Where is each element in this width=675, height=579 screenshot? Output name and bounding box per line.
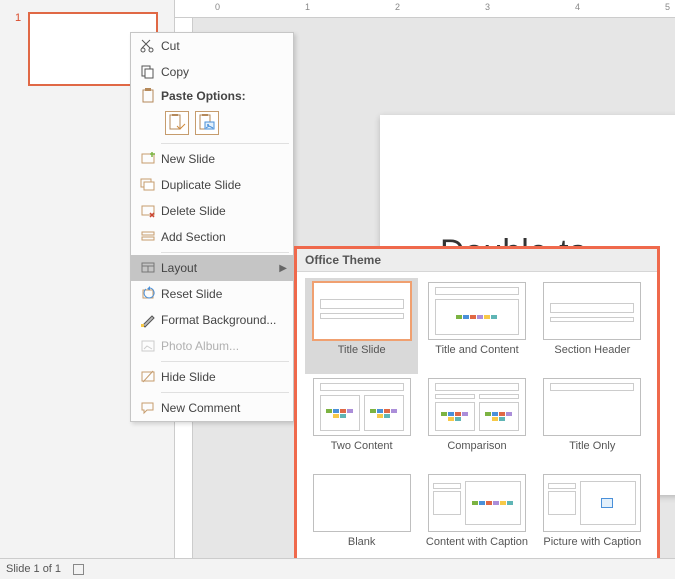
format-bg-icon — [137, 312, 159, 328]
menu-add-section[interactable]: Add Section — [131, 224, 293, 250]
layout-option-blank[interactable]: Blank — [309, 474, 414, 562]
layout-option-two-content[interactable]: Two Content — [309, 378, 414, 466]
scissors-icon — [137, 38, 159, 54]
photo-album-icon — [137, 338, 159, 354]
layout-label: Two Content — [331, 440, 393, 466]
layout-flyout: Office Theme Title Slide Title and Conte… — [294, 246, 660, 572]
duplicate-icon — [137, 177, 159, 193]
menu-label: New Comment — [159, 401, 293, 415]
layout-option-title-and-content[interactable]: Title and Content — [424, 282, 529, 370]
ruler-tick: 5 — [665, 2, 670, 12]
menu-label: Duplicate Slide — [159, 178, 293, 192]
menu-label: Copy — [159, 65, 293, 79]
menu-new-slide[interactable]: New Slide — [131, 146, 293, 172]
clipboard-icon — [137, 88, 159, 104]
comment-icon — [137, 400, 159, 416]
menu-separator — [161, 252, 289, 253]
layout-label: Title Slide — [338, 344, 386, 370]
menu-copy[interactable]: Copy — [131, 59, 293, 85]
menu-separator — [161, 361, 289, 362]
menu-label: Layout — [159, 261, 293, 275]
paste-use-destination-theme[interactable] — [165, 111, 189, 135]
layout-label: Comparison — [447, 440, 506, 466]
ruler-tick: 4 — [575, 2, 580, 12]
horizontal-ruler: 0 1 2 3 4 5 — [175, 0, 675, 18]
new-slide-icon — [137, 151, 159, 167]
menu-label: Hide Slide — [159, 370, 293, 384]
layout-grid: Title Slide Title and Content Section He… — [297, 272, 657, 572]
copy-icon — [137, 64, 159, 80]
slide-counter[interactable]: Slide 1 of 1 — [6, 563, 61, 575]
layout-label: Title Only — [569, 440, 615, 466]
menu-label: New Slide — [159, 152, 293, 166]
chevron-right-icon: ▶ — [279, 263, 287, 274]
menu-label: Delete Slide — [159, 204, 293, 218]
status-bar: Slide 1 of 1 — [0, 558, 675, 579]
menu-cut[interactable]: Cut — [131, 33, 293, 59]
menu-new-comment[interactable]: New Comment — [131, 395, 293, 421]
menu-hide-slide[interactable]: Hide Slide — [131, 364, 293, 390]
delete-slide-icon — [137, 203, 159, 219]
layout-option-section-header[interactable]: Section Header — [540, 282, 645, 370]
layout-icon — [137, 260, 159, 276]
menu-label: Reset Slide — [159, 287, 293, 301]
menu-label: Photo Album... — [159, 339, 293, 353]
layout-option-comparison[interactable]: Comparison — [424, 378, 529, 466]
ruler-tick: 1 — [305, 2, 310, 12]
menu-format-background[interactable]: Format Background... — [131, 307, 293, 333]
menu-duplicate-slide[interactable]: Duplicate Slide — [131, 172, 293, 198]
menu-photo-album: Photo Album... — [131, 333, 293, 359]
menu-label: Add Section — [159, 230, 293, 244]
paste-options-row — [131, 107, 293, 141]
layout-label: Title and Content — [435, 344, 518, 370]
hide-slide-icon — [137, 369, 159, 385]
menu-label: Format Background... — [159, 313, 293, 327]
menu-label: Paste Options: — [159, 89, 293, 103]
add-section-icon — [137, 229, 159, 245]
menu-layout[interactable]: Layout ▶ — [131, 255, 293, 281]
layout-option-title-slide[interactable]: Title Slide — [305, 278, 418, 374]
menu-paste-options: Paste Options: — [131, 85, 293, 107]
layout-option-picture-with-caption[interactable]: Picture with Caption — [540, 474, 645, 562]
layout-option-content-with-caption[interactable]: Content with Caption — [424, 474, 529, 562]
notes-icon[interactable] — [73, 564, 84, 575]
reset-icon — [137, 286, 159, 302]
flyout-header: Office Theme — [297, 249, 657, 272]
ruler-tick: 2 — [395, 2, 400, 12]
menu-separator — [161, 143, 289, 144]
ruler-tick: 0 — [215, 2, 220, 12]
menu-delete-slide[interactable]: Delete Slide — [131, 198, 293, 224]
layout-option-title-only[interactable]: Title Only — [540, 378, 645, 466]
context-menu: Cut Copy Paste Options: New Slide Duplic… — [130, 32, 294, 422]
menu-reset-slide[interactable]: Reset Slide — [131, 281, 293, 307]
menu-separator — [161, 392, 289, 393]
menu-label: Cut — [159, 39, 293, 53]
paste-picture[interactable] — [195, 111, 219, 135]
slide-number: 1 — [15, 12, 21, 24]
layout-label: Section Header — [554, 344, 630, 370]
ruler-tick: 3 — [485, 2, 490, 12]
